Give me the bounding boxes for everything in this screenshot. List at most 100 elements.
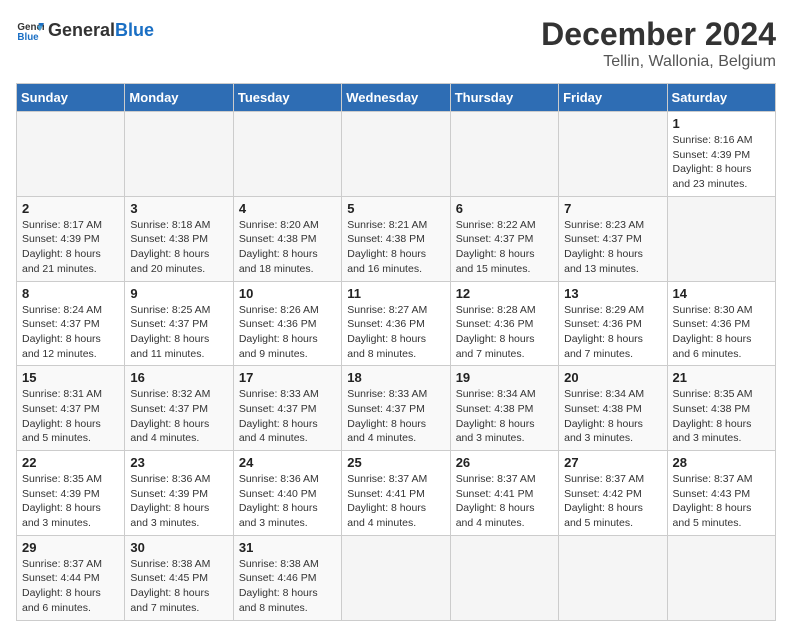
- day-info: Sunrise: 8:26 AMSunset: 4:36 PMDaylight:…: [239, 303, 336, 362]
- day-info: Sunrise: 8:25 AMSunset: 4:37 PMDaylight:…: [130, 303, 227, 362]
- day-number: 6: [456, 201, 553, 216]
- day-info: Sunrise: 8:33 AMSunset: 4:37 PMDaylight:…: [239, 387, 336, 446]
- day-info: Sunrise: 8:29 AMSunset: 4:36 PMDaylight:…: [564, 303, 661, 362]
- day-info: Sunrise: 8:37 AMSunset: 4:42 PMDaylight:…: [564, 472, 661, 531]
- table-row: 4 Sunrise: 8:20 AMSunset: 4:38 PMDayligh…: [233, 196, 341, 281]
- table-row: 31 Sunrise: 8:38 AMSunset: 4:46 PMDaylig…: [233, 535, 341, 620]
- col-thursday: Thursday: [450, 84, 558, 112]
- day-info: Sunrise: 8:37 AMSunset: 4:43 PMDaylight:…: [673, 472, 770, 531]
- day-number: 4: [239, 201, 336, 216]
- table-row: 14 Sunrise: 8:30 AMSunset: 4:36 PMDaylig…: [667, 281, 775, 366]
- day-number: 26: [456, 455, 553, 470]
- table-row: 17 Sunrise: 8:33 AMSunset: 4:37 PMDaylig…: [233, 366, 341, 451]
- page-header: General Blue GeneralBlue December 2024 T…: [16, 16, 776, 71]
- table-row: 12 Sunrise: 8:28 AMSunset: 4:36 PMDaylig…: [450, 281, 558, 366]
- day-info: Sunrise: 8:37 AMSunset: 4:41 PMDaylight:…: [347, 472, 444, 531]
- table-row: 26 Sunrise: 8:37 AMSunset: 4:41 PMDaylig…: [450, 451, 558, 536]
- day-number: 31: [239, 540, 336, 555]
- day-info: Sunrise: 8:33 AMSunset: 4:37 PMDaylight:…: [347, 387, 444, 446]
- day-info: Sunrise: 8:16 AMSunset: 4:39 PMDaylight:…: [673, 133, 770, 192]
- table-row: 27 Sunrise: 8:37 AMSunset: 4:42 PMDaylig…: [559, 451, 667, 536]
- table-row: [559, 535, 667, 620]
- day-info: Sunrise: 8:17 AMSunset: 4:39 PMDaylight:…: [22, 218, 119, 277]
- day-info: Sunrise: 8:38 AMSunset: 4:45 PMDaylight:…: [130, 557, 227, 616]
- table-row: 5 Sunrise: 8:21 AMSunset: 4:38 PMDayligh…: [342, 196, 450, 281]
- table-row: 28 Sunrise: 8:37 AMSunset: 4:43 PMDaylig…: [667, 451, 775, 536]
- table-row: [667, 535, 775, 620]
- day-info: Sunrise: 8:22 AMSunset: 4:37 PMDaylight:…: [456, 218, 553, 277]
- day-info: Sunrise: 8:27 AMSunset: 4:36 PMDaylight:…: [347, 303, 444, 362]
- day-number: 3: [130, 201, 227, 216]
- table-row: 16 Sunrise: 8:32 AMSunset: 4:37 PMDaylig…: [125, 366, 233, 451]
- col-monday: Monday: [125, 84, 233, 112]
- table-row: 21 Sunrise: 8:35 AMSunset: 4:38 PMDaylig…: [667, 366, 775, 451]
- table-row: 23 Sunrise: 8:36 AMSunset: 4:39 PMDaylig…: [125, 451, 233, 536]
- subtitle: Tellin, Wallonia, Belgium: [541, 53, 776, 71]
- day-number: 30: [130, 540, 227, 555]
- table-row: 2 Sunrise: 8:17 AMSunset: 4:39 PMDayligh…: [17, 196, 125, 281]
- logo-blue: Blue: [115, 20, 154, 40]
- day-info: Sunrise: 8:18 AMSunset: 4:38 PMDaylight:…: [130, 218, 227, 277]
- day-number: 24: [239, 455, 336, 470]
- day-number: 9: [130, 286, 227, 301]
- table-row: 25 Sunrise: 8:37 AMSunset: 4:41 PMDaylig…: [342, 451, 450, 536]
- table-row: 22 Sunrise: 8:35 AMSunset: 4:39 PMDaylig…: [17, 451, 125, 536]
- day-number: 5: [347, 201, 444, 216]
- col-wednesday: Wednesday: [342, 84, 450, 112]
- day-number: 7: [564, 201, 661, 216]
- col-saturday: Saturday: [667, 84, 775, 112]
- table-row: 11 Sunrise: 8:27 AMSunset: 4:36 PMDaylig…: [342, 281, 450, 366]
- day-number: 19: [456, 370, 553, 385]
- day-number: 28: [673, 455, 770, 470]
- table-row: 19 Sunrise: 8:34 AMSunset: 4:38 PMDaylig…: [450, 366, 558, 451]
- table-row: 6 Sunrise: 8:22 AMSunset: 4:37 PMDayligh…: [450, 196, 558, 281]
- day-number: 23: [130, 455, 227, 470]
- table-row: 13 Sunrise: 8:29 AMSunset: 4:36 PMDaylig…: [559, 281, 667, 366]
- day-info: Sunrise: 8:32 AMSunset: 4:37 PMDaylight:…: [130, 387, 227, 446]
- day-info: Sunrise: 8:34 AMSunset: 4:38 PMDaylight:…: [564, 387, 661, 446]
- day-number: 17: [239, 370, 336, 385]
- day-number: 27: [564, 455, 661, 470]
- table-row: 7 Sunrise: 8:23 AMSunset: 4:37 PMDayligh…: [559, 196, 667, 281]
- day-number: 25: [347, 455, 444, 470]
- col-tuesday: Tuesday: [233, 84, 341, 112]
- day-number: 13: [564, 286, 661, 301]
- day-info: Sunrise: 8:37 AMSunset: 4:44 PMDaylight:…: [22, 557, 119, 616]
- table-row: 29 Sunrise: 8:37 AMSunset: 4:44 PMDaylig…: [17, 535, 125, 620]
- day-number: 12: [456, 286, 553, 301]
- day-info: Sunrise: 8:30 AMSunset: 4:36 PMDaylight:…: [673, 303, 770, 362]
- day-number: 11: [347, 286, 444, 301]
- day-info: Sunrise: 8:36 AMSunset: 4:39 PMDaylight:…: [130, 472, 227, 531]
- logo: General Blue GeneralBlue: [16, 16, 154, 44]
- title-block: December 2024 Tellin, Wallonia, Belgium: [541, 16, 776, 71]
- table-row: [342, 535, 450, 620]
- day-info: Sunrise: 8:24 AMSunset: 4:37 PMDaylight:…: [22, 303, 119, 362]
- empty-cell: [559, 112, 667, 197]
- day-number: 14: [673, 286, 770, 301]
- table-row: 18 Sunrise: 8:33 AMSunset: 4:37 PMDaylig…: [342, 366, 450, 451]
- col-sunday: Sunday: [17, 84, 125, 112]
- day-number: 8: [22, 286, 119, 301]
- day-info: Sunrise: 8:20 AMSunset: 4:38 PMDaylight:…: [239, 218, 336, 277]
- empty-cell: [17, 112, 125, 197]
- day-info: Sunrise: 8:31 AMSunset: 4:37 PMDaylight:…: [22, 387, 119, 446]
- logo-icon: General Blue: [16, 16, 44, 44]
- table-row: 15 Sunrise: 8:31 AMSunset: 4:37 PMDaylig…: [17, 366, 125, 451]
- main-title: December 2024: [541, 16, 776, 53]
- table-row: 10 Sunrise: 8:26 AMSunset: 4:36 PMDaylig…: [233, 281, 341, 366]
- day-info: Sunrise: 8:35 AMSunset: 4:39 PMDaylight:…: [22, 472, 119, 531]
- calendar-table: Sunday Monday Tuesday Wednesday Thursday…: [16, 83, 776, 621]
- table-row: 24 Sunrise: 8:36 AMSunset: 4:40 PMDaylig…: [233, 451, 341, 536]
- empty-cell: [450, 112, 558, 197]
- day-number: 22: [22, 455, 119, 470]
- day-number: 21: [673, 370, 770, 385]
- day-info: Sunrise: 8:34 AMSunset: 4:38 PMDaylight:…: [456, 387, 553, 446]
- calendar-header-row: Sunday Monday Tuesday Wednesday Thursday…: [17, 84, 776, 112]
- table-row: 9 Sunrise: 8:25 AMSunset: 4:37 PMDayligh…: [125, 281, 233, 366]
- day-info: Sunrise: 8:28 AMSunset: 4:36 PMDaylight:…: [456, 303, 553, 362]
- logo-text: GeneralBlue: [48, 20, 154, 41]
- table-row: [667, 196, 775, 281]
- day-number: 29: [22, 540, 119, 555]
- table-row: 1 Sunrise: 8:16 AMSunset: 4:39 PMDayligh…: [667, 112, 775, 197]
- table-row: [450, 535, 558, 620]
